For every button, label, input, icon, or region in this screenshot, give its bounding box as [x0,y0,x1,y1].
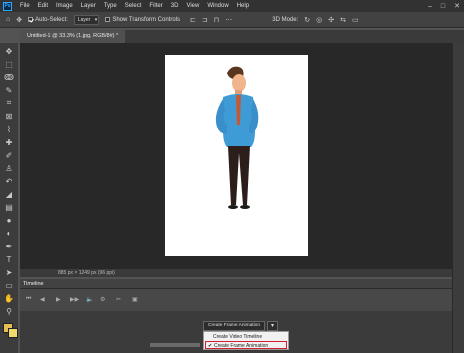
quick-select-tool-icon[interactable]: ✎ [3,84,15,96]
zoom-tool-icon[interactable]: ⚲ [3,305,15,317]
photoshop-logo: Ps [3,1,12,11]
settings-icon[interactable]: ⚙ [100,296,105,303]
move-tool-icon[interactable]: ✥ [16,16,22,24]
3d-roll-icon[interactable]: ◎ [316,16,322,24]
align-right-icon[interactable]: ⊓ [214,16,219,24]
3d-drag-icon[interactable]: ✣ [328,16,334,24]
prev-frame-icon[interactable]: ◀ [40,296,45,303]
menu-select[interactable]: Select [121,0,146,12]
menu-file[interactable]: File [16,0,34,12]
minimize-button[interactable]: – [428,3,432,10]
document-size-text: 885 px × 1249 px (96 ppi) [58,270,115,276]
timeline-panel-header: Timeline [20,279,452,289]
transform-controls-label: Show Transform Controls [112,16,181,23]
history-brush-tool-icon[interactable]: ↶ [3,175,15,187]
first-frame-icon[interactable]: ⏮ [26,296,31,303]
timeline-controls: ⏮ ◀ ▶ ▶▶ 🔈 ⚙ ✂ ▣ [20,289,452,311]
menu-image[interactable]: Image [52,0,77,12]
auto-select-option[interactable]: Auto-Select: [28,17,68,23]
3d-slide-icon[interactable]: ⇆ [340,16,346,24]
man-illustration [215,66,259,209]
move-tool-icon[interactable]: ✥ [3,45,15,57]
timeline-mode-menu: Create Video Timeline ✔ Create Frame Ani… [203,331,289,350]
lasso-tool-icon[interactable]: ↂ [3,71,15,83]
auto-select-label: Auto-Select: [35,16,68,23]
audio-icon[interactable]: 🔈 [86,296,93,303]
create-video-timeline-label: Create Video Timeline [213,334,263,340]
timeline-title[interactable]: Timeline [23,279,44,289]
path-select-tool-icon[interactable]: ➤ [3,266,15,278]
document-canvas[interactable] [165,55,308,256]
auto-select-target-dropdown[interactable]: Layer [73,14,100,25]
window-controls: – □ ✕ [428,0,460,12]
panel-collapsed-strip [452,43,464,353]
type-tool-icon[interactable]: T [3,253,15,265]
horizontal-scrollbar[interactable] [150,343,200,347]
blur-tool-icon[interactable]: ● [3,214,15,226]
transform-controls-option[interactable]: Show Transform Controls [105,17,180,23]
pen-tool-icon[interactable]: ✒ [3,240,15,252]
menu-3d[interactable]: 3D [167,0,183,12]
gradient-tool-icon[interactable]: ▤ [3,201,15,213]
document-tab-bar: Untitled-1 @ 33.3% (1.jpg, RGB/8#) * [20,30,464,43]
checkmark-icon: ✔ [208,343,213,349]
eyedropper-tool-icon[interactable]: ⌇ [3,123,15,135]
dodge-tool-icon[interactable]: ◐ [3,227,15,239]
status-bar: 885 px × 1249 px (96 ppi) [20,269,452,277]
background-color-swatch[interactable] [8,328,18,338]
menu-bar: Ps File Edit Image Layer Type Select Fil… [0,0,464,12]
distribute-icon[interactable]: ⋯ [225,16,232,24]
close-button[interactable]: ✕ [454,2,460,10]
frame-tool-icon[interactable]: ⊠ [3,110,15,122]
align-left-icon[interactable]: ⊏ [190,16,196,24]
3d-mode-label: 3D Mode: [272,16,299,23]
menu-type[interactable]: Type [100,0,121,12]
menu-filter[interactable]: Filter [145,0,166,12]
rectangle-tool-icon[interactable]: ▭ [3,279,15,291]
tools-panel: ✥ ⬚ ↂ ✎ ⌗ ⊠ ⌇ ✚ ✐ ♙ ↶ ◢ ▤ ● ◐ ✒ T ➤ ▭ ✋ … [0,43,18,353]
home-icon[interactable]: ⌂ [6,16,10,23]
hand-tool-icon[interactable]: ✋ [3,292,15,304]
healing-brush-tool-icon[interactable]: ✚ [3,136,15,148]
create-frame-animation-label: Create Frame Animation [214,343,269,349]
document-tab[interactable]: Untitled-1 @ 33.3% (1.jpg, RGB/8#) * [20,30,126,43]
menu-edit[interactable]: Edit [34,0,52,12]
menu-window[interactable]: Window [203,0,232,12]
create-video-timeline-option[interactable]: Create Video Timeline [205,333,287,341]
transition-icon[interactable]: ▣ [132,296,138,303]
3d-scale-icon[interactable]: ▭ [352,16,359,24]
align-center-icon[interactable]: ⊐ [202,16,208,24]
next-frame-icon[interactable]: ▶▶ [70,296,79,303]
play-icon[interactable]: ▶ [56,296,61,303]
options-bar: ⌂ ✥ Auto-Select: Layer Show Transform Co… [0,12,464,28]
clone-stamp-tool-icon[interactable]: ♙ [3,162,15,174]
auto-select-checkbox[interactable] [28,17,34,22]
3d-rotate-icon[interactable]: ↻ [304,16,310,24]
marquee-tool-icon[interactable]: ⬚ [3,58,15,70]
scissors-icon[interactable]: ✂ [116,296,121,303]
crop-tool-icon[interactable]: ⌗ [3,97,15,109]
canvas-area [20,43,452,269]
eraser-tool-icon[interactable]: ◢ [3,188,15,200]
maximize-button[interactable]: □ [441,3,445,10]
brush-tool-icon[interactable]: ✐ [3,149,15,161]
create-frame-animation-option[interactable]: ✔ Create Frame Animation [205,341,287,349]
transform-controls-checkbox[interactable] [105,17,111,22]
menu-view[interactable]: View [182,0,203,12]
menu-layer[interactable]: Layer [77,0,100,12]
create-frame-animation-button[interactable]: Create Frame Animation [203,321,265,331]
menu-help[interactable]: Help [233,0,253,12]
timeline-mode-dropdown[interactable]: ▾ [267,321,278,331]
